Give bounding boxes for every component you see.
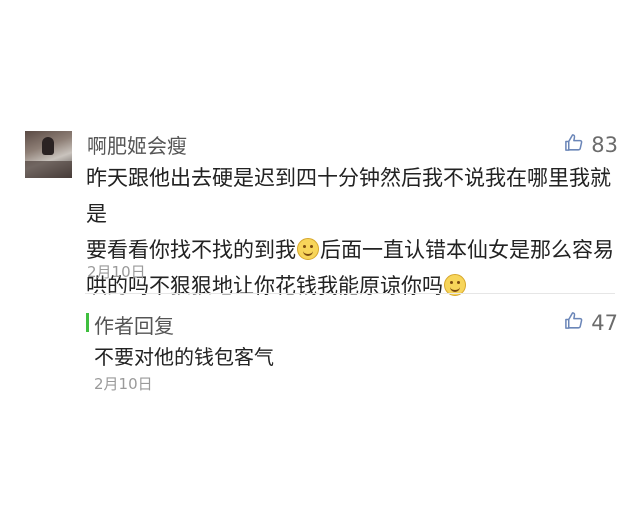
thumbs-up-icon <box>564 133 583 157</box>
comment-line-part: 后面一直认错本仙女是那么容易 <box>320 238 614 262</box>
comment-line: 要看看你找不找的到我 后面一直认错本仙女是那么容易 <box>86 232 626 268</box>
comment-line: 哄的吗不狠狠地让你花钱我能原谅你吗 <box>86 268 626 304</box>
comment-line-part: 要看看你找不找的到我 <box>86 238 296 262</box>
reply-date: 2月10日 <box>94 375 153 393</box>
thumbs-up-icon <box>564 311 583 335</box>
reply-like-count: 47 <box>591 311 618 335</box>
smile-emoji-icon <box>297 238 319 260</box>
reply-like-button[interactable]: 47 <box>564 311 618 335</box>
avatar-shade <box>25 161 72 178</box>
author-reply-label: 作者回复 <box>94 314 174 338</box>
like-count: 83 <box>591 133 618 157</box>
comment-text: 昨天跟他出去硬是迟到四十分钟然后我不说我在哪里我就是 要看看你找不找的到我 后面一… <box>86 160 626 304</box>
avatar-figure <box>42 137 54 155</box>
author-reply-accent-bar <box>86 313 89 332</box>
comment-date: 2月10日 <box>87 263 146 281</box>
comment-line: 昨天跟他出去硬是迟到四十分钟然后我不说我在哪里我就是 <box>86 166 611 226</box>
avatar[interactable] <box>25 131 72 178</box>
divider <box>85 293 615 294</box>
author-reply-text: 不要对他的钱包客气 <box>94 345 274 369</box>
like-button[interactable]: 83 <box>564 133 618 157</box>
commenter-nickname[interactable]: 啊肥姬会瘦 <box>87 133 187 159</box>
